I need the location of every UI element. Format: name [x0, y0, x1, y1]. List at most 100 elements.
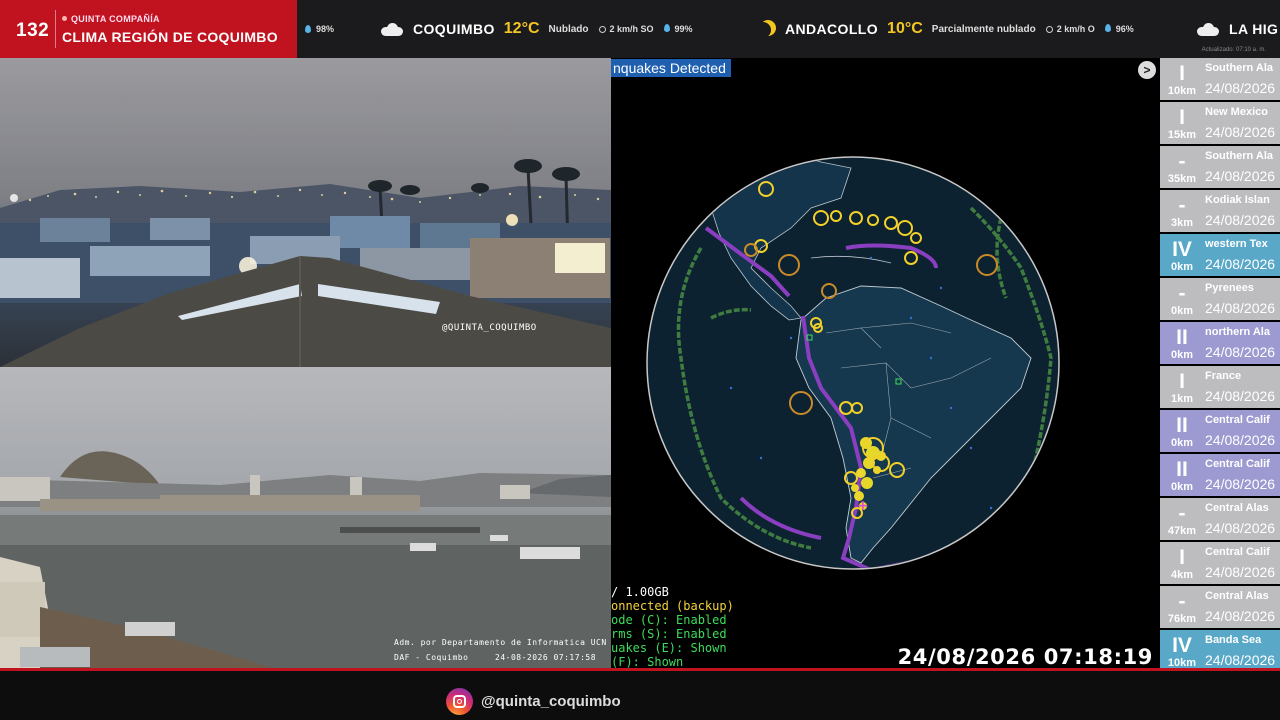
- quake-list-item[interactable]: I 10km Southern Ala 24/08/2026: [1160, 58, 1280, 100]
- footer-bar: @quinta_coquimbo: [0, 671, 1280, 720]
- quake-depth: 0km: [1170, 437, 1194, 449]
- quake-intensity-badge: -76km: [1160, 586, 1204, 628]
- quake-date: 24/08/2026: [1205, 300, 1276, 316]
- quake-intensity: -: [1178, 150, 1186, 173]
- humidity-icon: [663, 24, 670, 32]
- quake-list-item[interactable]: -0km Pyrenees 24/08/2026: [1160, 278, 1280, 320]
- quake-list-item[interactable]: II 0km Central Calif 24/08/2026: [1160, 410, 1280, 452]
- quake-intensity: II: [1176, 458, 1188, 481]
- quake-list-item[interactable]: -3km Kodiak Islan 24/08/2026: [1160, 190, 1280, 232]
- humidity-icon: [305, 25, 311, 33]
- quake-intensity: II: [1176, 414, 1188, 437]
- quake-date: 24/08/2026: [1205, 80, 1276, 96]
- quake-location: Central Calif: [1205, 546, 1270, 558]
- quake-location: Central Alas: [1205, 590, 1269, 602]
- quake-intensity-badge: II 0km: [1160, 454, 1204, 496]
- camera-timestamp: 24-08-2026 07:17:58: [495, 653, 597, 662]
- quake-intensity-badge: II 0km: [1160, 410, 1204, 452]
- company-name-text: QUINTA COMPAÑÍA: [71, 14, 160, 24]
- earthquake-list: I 10km Southern Ala 24/08/2026 I 15km New Mexi…: [1159, 58, 1280, 670]
- cloud-icon: [1197, 23, 1219, 36]
- weather-ticker: 98% COQUIMBO 12°C Nublado 2 km/h SO 99% …: [297, 0, 1280, 58]
- city-name: ANDACOLLO: [785, 21, 879, 37]
- quake-info: Central Calif 24/08/2026: [1204, 410, 1280, 452]
- quake-date: 24/08/2026: [1205, 212, 1276, 228]
- quake-info: Central Alas 24/08/2026: [1204, 586, 1280, 628]
- quake-location: Southern Ala: [1205, 150, 1274, 162]
- quake-location: Central Calif: [1205, 458, 1270, 470]
- camera-watermark: @QUINTA_COQUIMBO: [442, 323, 537, 333]
- quake-list-item[interactable]: IV 10km Banda Sea 24/08/2026: [1160, 630, 1280, 670]
- quake-list-item[interactable]: II 0km Central Calif 24/08/2026: [1160, 454, 1280, 496]
- quake-location: western Tex: [1205, 238, 1268, 250]
- quake-info: Southern Ala 24/08/2026: [1204, 146, 1280, 188]
- quake-location: New Mexico: [1205, 106, 1268, 118]
- quake-list-item[interactable]: -35km Southern Ala 24/08/2026: [1160, 146, 1280, 188]
- quake-list-item[interactable]: II 0km northern Ala 24/08/2026: [1160, 322, 1280, 364]
- updated-timestamp: Actualizado: 07:10 a. m.: [1201, 47, 1266, 53]
- company-name: QUINTA COMPAÑÍA: [62, 14, 160, 24]
- quake-intensity: -: [1178, 194, 1186, 217]
- quake-intensity-badge: -35km: [1160, 146, 1204, 188]
- quake-list-item[interactable]: IV 0km western Tex 24/08/2026: [1160, 234, 1280, 276]
- quake-info: Banda Sea 24/08/2026: [1204, 630, 1280, 670]
- brand-title: CLIMA REGIÓN DE COQUIMBO: [62, 29, 278, 45]
- ticker-lead: 98%: [305, 0, 334, 58]
- quake-depth: 35km: [1167, 173, 1197, 185]
- quake-date: 24/08/2026: [1205, 476, 1276, 492]
- quake-list-item[interactable]: I 4km Central Calif 24/08/2026: [1160, 542, 1280, 584]
- quake-intensity-badge: I 1km: [1160, 366, 1204, 408]
- moon-icon: [755, 22, 771, 38]
- quake-date: 24/08/2026: [1205, 388, 1276, 404]
- quake-date: 24/08/2026: [1205, 344, 1276, 360]
- quake-date: 24/08/2026: [1205, 256, 1276, 272]
- quake-list-item[interactable]: I 1km France 24/08/2026: [1160, 366, 1280, 408]
- cloud-icon: [381, 23, 403, 36]
- quake-date: 24/08/2026: [1205, 168, 1276, 184]
- quake-location: northern Ala: [1205, 326, 1270, 338]
- quake-intensity-badge: -0km: [1160, 278, 1204, 320]
- stream-overlay: 132 QUINTA COMPAÑÍA CLIMA REGIÓN DE COQU…: [0, 0, 1280, 720]
- instagram-handle[interactable]: @quinta_coquimbo: [481, 693, 621, 710]
- quake-intensity: I: [1179, 370, 1185, 393]
- globe-map[interactable]: +: [611, 58, 1159, 670]
- quake-depth: 15km: [1167, 129, 1197, 141]
- quake-intensity-badge: I 10km: [1160, 58, 1204, 100]
- quake-date: 24/08/2026: [1205, 432, 1276, 448]
- camera-location: DAF - Coquimbo: [394, 653, 469, 662]
- city-humidity: 96%: [1104, 24, 1134, 34]
- city-name: LA HIG: [1229, 21, 1279, 37]
- humidity-icon: [1104, 24, 1111, 32]
- quake-list-item[interactable]: -47km Central Alas 24/08/2026: [1160, 498, 1280, 540]
- quake-intensity-badge: IV 10km: [1160, 630, 1204, 670]
- ticker-city-coquimbo: COQUIMBO 12°C Nublado 2 km/h SO 99%: [381, 0, 693, 58]
- quake-list-item[interactable]: -76km Central Alas 24/08/2026: [1160, 586, 1280, 628]
- city-humidity: 99%: [663, 24, 693, 34]
- quake-intensity: I: [1179, 546, 1185, 569]
- camera-feed-city: @QUINTA_COQUIMBO: [0, 58, 611, 367]
- quake-intensity: I: [1179, 62, 1185, 85]
- quake-intensity: -: [1178, 502, 1186, 525]
- quake-date: 24/08/2026: [1205, 652, 1276, 668]
- quake-list-item[interactable]: I 15km New Mexico 24/08/2026: [1160, 102, 1280, 144]
- dot-icon: [62, 16, 67, 21]
- status-mode: ode (C): Enabled: [611, 613, 727, 627]
- quake-depth: 0km: [1170, 305, 1194, 317]
- quake-intensity-badge: I 4km: [1160, 542, 1204, 584]
- ticker-city-andacollo: ANDACOLLO 10°C Parcialmente nublado 2 km…: [759, 0, 1134, 58]
- quake-date: 24/08/2026: [1205, 124, 1276, 140]
- city-temperature: 12°C: [503, 20, 540, 37]
- quake-intensity: -: [1178, 282, 1186, 305]
- status-connection: onnected (backup): [611, 599, 734, 613]
- instagram-icon: [446, 688, 473, 715]
- company-number: 132: [16, 20, 50, 41]
- quake-depth: 76km: [1167, 613, 1197, 625]
- quake-depth: 0km: [1170, 261, 1194, 273]
- camera-credit: Adm. por Departamento de Informatica UCN: [394, 638, 607, 647]
- quake-depth: 4km: [1170, 569, 1194, 581]
- quake-depth: 1km: [1170, 393, 1194, 405]
- quake-intensity: II: [1176, 326, 1188, 349]
- city-condition: Parcialmente nublado: [931, 23, 1036, 35]
- status-earthquakes: uakes (E): Shown: [611, 641, 727, 655]
- quake-date: 24/08/2026: [1205, 520, 1276, 536]
